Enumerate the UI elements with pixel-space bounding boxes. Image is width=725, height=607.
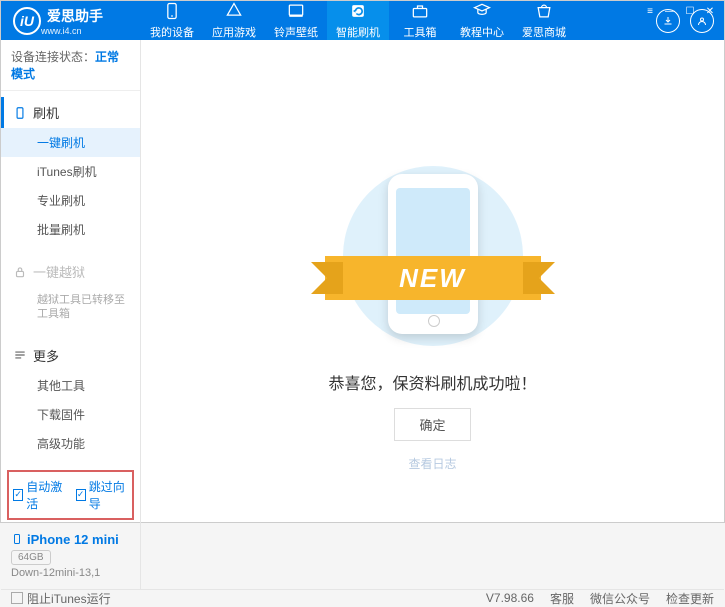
app-name: 爱思助手 — [47, 6, 103, 26]
check-update-link[interactable]: 检查更新 — [666, 590, 714, 607]
section-jailbreak: 一键越狱 越狱工具已转移至 工具箱 — [1, 250, 140, 334]
customer-service-link[interactable]: 客服 — [550, 590, 574, 607]
wechat-link[interactable]: 微信公众号 — [590, 590, 650, 607]
sidebar-item-pro-flash[interactable]: 专业刷机 — [1, 186, 140, 215]
new-ribbon: NEW — [325, 256, 541, 300]
menu-button[interactable]: ≡ — [641, 4, 659, 18]
tab-apps-games[interactable]: 应用游戏 — [203, 1, 265, 40]
device-sub: Down-12mini-13,1 — [11, 567, 130, 579]
success-illustration: NEW — [333, 156, 533, 356]
close-button[interactable]: ✕ — [701, 4, 719, 18]
flash-icon — [348, 1, 368, 21]
section-header-jailbreak: 一键越狱 — [1, 256, 140, 287]
store-icon — [534, 1, 554, 21]
body: 设备连接状态：正常模式 刷机 一键刷机 iTunes刷机 专业刷机 批量刷机 一… — [1, 40, 724, 589]
titlebar: iU 爱思助手 www.i4.cn 我的设备 应用游戏 铃声壁纸 智能刷机 — [1, 1, 724, 40]
app-url: www.i4.cn — [41, 26, 103, 36]
tab-store[interactable]: 爱思商城 — [513, 1, 575, 40]
tab-toolbox[interactable]: 工具箱 — [389, 1, 451, 40]
section-more: 更多 其他工具 下载固件 高级功能 — [1, 334, 140, 464]
window-controls: ≡ — ☐ ✕ — [641, 4, 719, 18]
section-title: 更多 — [33, 346, 59, 365]
section-title: 刷机 — [33, 103, 59, 122]
sidebar-item-batch-flash[interactable]: 批量刷机 — [1, 215, 140, 244]
sidebar-item-jailbreak-note: 越狱工具已转移至 工具箱 — [1, 287, 140, 328]
sidebar-item-download-firmware[interactable]: 下载固件 — [1, 400, 140, 429]
connection-status: 设备连接状态：正常模式 — [1, 40, 140, 91]
ok-button[interactable]: 确定 — [394, 408, 470, 441]
device-icon — [162, 1, 182, 21]
success-message: 恭喜您，保资料刷机成功啦！ — [328, 370, 536, 394]
sidebar-item-itunes-flash[interactable]: iTunes刷机 — [1, 157, 140, 186]
nav-tabs: 我的设备 应用游戏 铃声壁纸 智能刷机 工具箱 教程中心 — [141, 1, 575, 40]
tab-ringtones[interactable]: 铃声壁纸 — [265, 1, 327, 40]
sidebar-item-onekey-flash[interactable]: 一键刷机 — [1, 128, 140, 157]
logo-icon: iU — [13, 7, 41, 35]
device-name: iPhone 12 mini — [11, 532, 130, 547]
section-header-more[interactable]: 更多 — [1, 340, 140, 371]
section-flash: 刷机 一键刷机 iTunes刷机 专业刷机 批量刷机 — [1, 91, 140, 250]
sidebar-item-other-tools[interactable]: 其他工具 — [1, 371, 140, 400]
section-title: 一键越狱 — [33, 262, 85, 281]
wallpaper-icon — [286, 1, 306, 21]
sidebar-item-advanced[interactable]: 高级功能 — [1, 429, 140, 458]
maximize-button[interactable]: ☐ — [681, 4, 699, 18]
footer: 阻止iTunes运行 V7.98.66 客服 微信公众号 检查更新 — [1, 589, 724, 607]
note-line: 越狱工具已转移至 — [37, 293, 132, 307]
nav-label: 教程中心 — [460, 24, 504, 40]
main-content: NEW 恭喜您，保资料刷机成功啦！ 确定 查看日志 — [141, 40, 724, 589]
nav-label: 应用游戏 — [212, 24, 256, 40]
nav-label: 我的设备 — [150, 24, 194, 40]
phone-icon — [13, 106, 27, 120]
list-icon — [13, 348, 27, 362]
view-log-link[interactable]: 查看日志 — [408, 455, 456, 472]
toolbox-icon — [410, 1, 430, 21]
checkbox-label: 自动激活 — [26, 478, 65, 512]
minimize-button[interactable]: — — [661, 4, 679, 18]
checkbox-label: 阻止iTunes运行 — [27, 590, 111, 607]
check-icon: ✓ — [13, 489, 23, 501]
tab-tutorials[interactable]: 教程中心 — [451, 1, 513, 40]
app-window: ≡ — ☐ ✕ iU 爱思助手 www.i4.cn 我的设备 应用游戏 铃声壁纸 — [0, 0, 725, 523]
device-name-text: iPhone 12 mini — [27, 532, 119, 547]
tutorial-icon — [472, 1, 492, 21]
checkbox-label: 跳过向导 — [89, 478, 128, 512]
note-line: 工具箱 — [37, 307, 132, 321]
logo-area: iU 爱思助手 www.i4.cn — [1, 6, 141, 36]
lock-icon — [13, 265, 27, 279]
apps-icon — [224, 1, 244, 21]
device-block[interactable]: iPhone 12 mini 64GB Down-12mini-13,1 — [1, 526, 140, 589]
checkbox-auto-activate[interactable]: ✓ 自动激活 — [13, 478, 66, 512]
storage-badge: 64GB — [11, 550, 51, 565]
checkbox-block-itunes[interactable]: 阻止iTunes运行 — [11, 590, 111, 607]
nav-label: 智能刷机 — [336, 24, 380, 40]
checkbox-skip-guide[interactable]: ✓ 跳过向导 — [76, 478, 129, 512]
section-header-flash[interactable]: 刷机 — [1, 97, 140, 128]
tab-smart-flash[interactable]: 智能刷机 — [327, 1, 389, 40]
tab-my-device[interactable]: 我的设备 — [141, 1, 203, 40]
options-row: ✓ 自动激活 ✓ 跳过向导 — [7, 470, 134, 520]
nav-label: 爱思商城 — [522, 24, 566, 40]
nav-label: 铃声壁纸 — [274, 24, 318, 40]
phone-icon — [11, 532, 23, 546]
version-label: V7.98.66 — [486, 591, 534, 605]
nav-label: 工具箱 — [404, 24, 437, 40]
status-label: 设备连接状态： — [11, 50, 95, 64]
phone-graphic — [388, 174, 478, 334]
sidebar: 设备连接状态：正常模式 刷机 一键刷机 iTunes刷机 专业刷机 批量刷机 一… — [1, 40, 141, 589]
check-icon: ✓ — [76, 489, 86, 501]
checkbox-icon — [11, 592, 23, 604]
